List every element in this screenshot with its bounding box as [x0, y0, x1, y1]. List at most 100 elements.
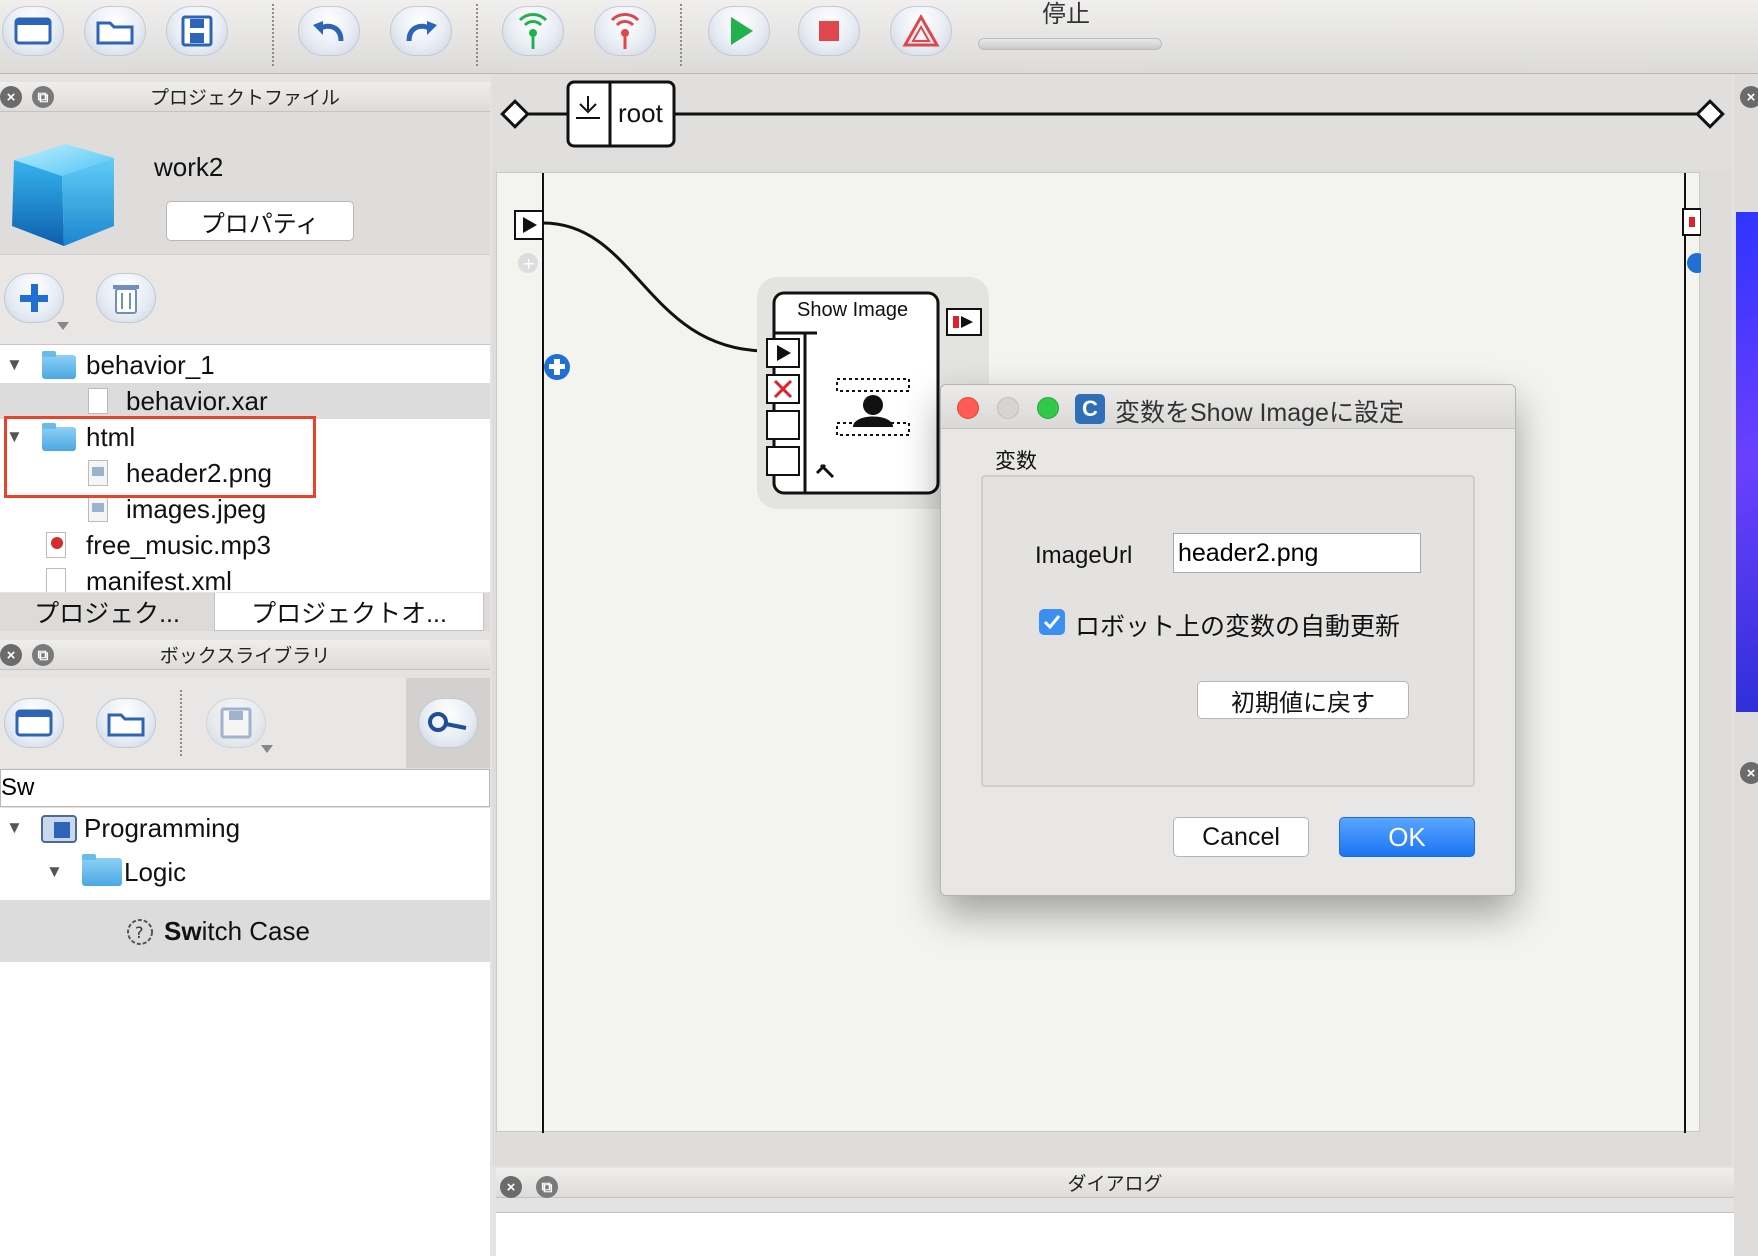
tree-item-file[interactable]: behavior.xar [0, 383, 490, 419]
switch-case-icon: ? [127, 919, 153, 945]
toolbar-separator [272, 4, 274, 66]
folder-icon [82, 854, 122, 886]
app-icon: C [1075, 394, 1105, 424]
main-toolbar: 停止 [0, 0, 1758, 74]
disclosure-triangle-icon[interactable]: ▼ [6, 355, 23, 375]
project-tabs: プロジェク... プロジェクトオ... [0, 593, 490, 631]
box-library-title-text: ボックスライブラリ [159, 646, 331, 667]
tree-item-folder[interactable]: ▼ behavior_1 [0, 347, 490, 383]
tree-item-label: Switch Case [164, 916, 310, 947]
document-icon [88, 388, 108, 414]
close-icon[interactable]: × [0, 86, 22, 108]
dialog-panel-title: ダイアログ [496, 1168, 1734, 1198]
project-tools [0, 254, 490, 344]
redo-button[interactable] [390, 6, 452, 56]
disclosure-triangle-icon[interactable]: ▼ [6, 818, 23, 838]
tree-item-label: behavior_1 [86, 349, 215, 380]
reset-to-default-button[interactable]: 初期値に戻す [1197, 681, 1409, 719]
new-library-button[interactable] [4, 698, 64, 748]
document-icon [46, 568, 66, 592]
warning-button[interactable] [890, 6, 952, 56]
tree-item-category[interactable]: ▼ Logic [0, 854, 490, 890]
add-file-button[interactable] [4, 273, 64, 323]
tree-item-label: Programming [84, 812, 241, 843]
tree-item-label: images.jpeg [126, 493, 267, 524]
save-icon [220, 707, 252, 739]
tree-item-label: behavior.xar [126, 385, 268, 416]
save-button[interactable] [166, 6, 228, 56]
play-button[interactable] [708, 6, 770, 56]
dialog-panel-body [496, 1212, 1734, 1256]
search-toggle-area [406, 678, 490, 768]
close-icon[interactable]: × [1740, 86, 1758, 108]
box-search-input[interactable] [0, 769, 490, 807]
disclosure-triangle-icon[interactable]: ▼ [46, 862, 63, 882]
svg-text:+: + [522, 254, 535, 273]
status-label: 停止 [1042, 1, 1090, 28]
tree-item-box[interactable]: ? Switch Case [0, 900, 490, 962]
search-match-text: Sw [164, 915, 202, 946]
stop-icon [819, 21, 839, 41]
plus-icon [20, 284, 48, 312]
box-library-tools [0, 678, 490, 768]
folder-icon [42, 351, 76, 379]
detach-icon[interactable]: ⧉ [32, 86, 54, 108]
detach-icon[interactable]: ⧉ [32, 644, 54, 666]
properties-button[interactable]: プロパティ [166, 201, 354, 241]
delete-file-button[interactable] [96, 273, 156, 323]
open-library-button[interactable] [96, 698, 156, 748]
ok-button[interactable]: OK [1339, 817, 1475, 857]
tree-item-file[interactable]: manifest.xml [0, 563, 490, 592]
project-panel-title-text: プロジェクトファイル [149, 88, 340, 109]
new-window-button[interactable] [2, 6, 64, 56]
imageurl-input[interactable] [1173, 533, 1421, 573]
disconnect-button[interactable] [594, 6, 656, 56]
set-variable-dialog: C 変数をShow Imageに設定 変数 ImageUrl ロボット上の変数の… [940, 384, 1516, 896]
tree-item-label: Logic [124, 856, 187, 887]
connect-button[interactable] [502, 6, 564, 56]
disconnect-icon [610, 13, 640, 49]
stop-button[interactable] [798, 6, 860, 56]
dialog-title: 変数をShow Imageに設定 [1115, 399, 1404, 427]
tree-item-label: manifest.xml [86, 565, 232, 593]
box-library-title: ボックスライブラリ [0, 640, 490, 670]
open-folder-icon [107, 713, 145, 737]
close-icon[interactable]: × [500, 1176, 522, 1198]
root-label[interactable]: root [618, 98, 663, 129]
toolbar-separator [680, 4, 682, 66]
window-close-button[interactable] [957, 397, 979, 419]
tab-project[interactable]: プロジェク... [0, 593, 214, 631]
open-folder-icon [96, 21, 134, 45]
tab-project-objects[interactable]: プロジェクトオ... [214, 593, 484, 631]
open-project-button[interactable] [84, 6, 146, 56]
redo-icon [406, 21, 437, 42]
tree-item-file[interactable]: free_music.mp3 [0, 527, 490, 563]
auto-update-label: ロボット上の変数の自動更新 [1075, 613, 1401, 641]
save-library-button[interactable] [206, 698, 266, 748]
toolbar-separator [180, 690, 182, 756]
new-window-icon [15, 709, 53, 737]
new-window-icon [14, 17, 52, 45]
close-icon[interactable]: × [1740, 762, 1758, 784]
connect-icon [518, 13, 548, 49]
warning-icon [902, 13, 940, 47]
search-toggle-button[interactable] [418, 698, 478, 748]
tree-item-category[interactable]: ▼ Programming [0, 810, 490, 846]
box-library-tree: ▼ Programming ▼ Logic ? Switch Case [0, 808, 490, 1256]
auto-update-checkbox[interactable] [1039, 609, 1065, 635]
dropdown-arrow-icon [57, 322, 69, 330]
undo-button[interactable] [298, 6, 360, 56]
tree-item-label: free_music.mp3 [86, 529, 271, 560]
window-minimize-button[interactable] [997, 397, 1019, 419]
dialog-panel-title-text: ダイアログ [1067, 1174, 1163, 1195]
window-zoom-button[interactable] [1037, 397, 1059, 419]
cancel-button[interactable]: Cancel [1173, 817, 1309, 857]
box-title[interactable]: Show Image [797, 299, 908, 322]
play-icon [731, 17, 753, 45]
timeline-root-bar: root [492, 74, 1732, 170]
toolbar-separator [476, 4, 478, 66]
close-icon[interactable]: × [0, 644, 22, 666]
checkmark-icon [1043, 615, 1061, 630]
programming-category-icon [41, 815, 77, 843]
detach-icon[interactable]: ⧉ [536, 1176, 558, 1198]
